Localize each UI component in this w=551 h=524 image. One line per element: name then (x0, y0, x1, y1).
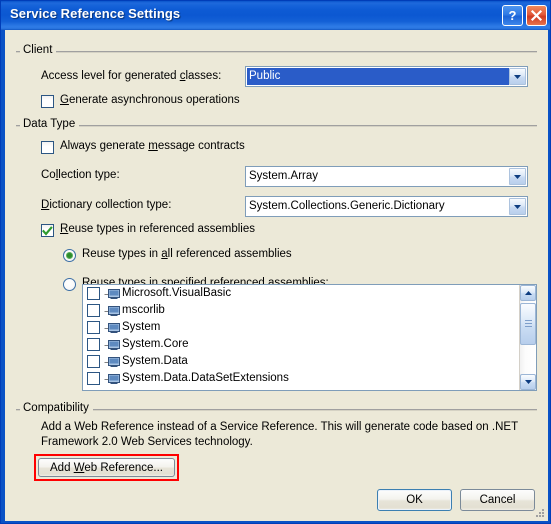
add-web-reference-label-accel: W (73, 462, 85, 474)
list-item[interactable]: System.Core (83, 336, 536, 353)
checkbox-box[interactable] (41, 95, 54, 108)
chevron-down-icon[interactable] (509, 68, 526, 85)
collection-type-value: System.Array (249, 170, 319, 182)
assembly-checkbox[interactable] (87, 287, 100, 300)
scrollbar-grip-icon (525, 320, 532, 327)
add-web-reference-label-pre: Add (50, 462, 74, 474)
radio-button-unselected[interactable] (63, 278, 76, 291)
chevron-down-icon[interactable] (509, 198, 526, 215)
access-level-value: Public (247, 68, 509, 85)
assembly-icon (104, 305, 121, 317)
collection-type-combobox[interactable]: System.Array (245, 166, 528, 187)
chevron-down-icon[interactable] (509, 168, 526, 185)
assembly-label: System.Data.DataSetExtensions (122, 372, 289, 384)
close-button[interactable] (526, 5, 547, 26)
dictionary-type-value: System.Collections.Generic.Dictionary (249, 200, 445, 212)
assembly-checkbox[interactable] (87, 372, 100, 385)
assembly-list-items: Microsoft.VisualBasic mscorlib System Syste… (83, 285, 536, 387)
collection-type-label-post: lection type: (58, 169, 120, 181)
list-item[interactable]: System.Data.DataSetExtensions (83, 370, 536, 387)
radio-reuse-all-label-post: ll referenced assemblies (167, 248, 292, 260)
assembly-icon (104, 288, 121, 300)
ok-button-label: OK (406, 494, 423, 506)
dictionary-type-combobox[interactable]: System.Collections.Generic.Dictionary (245, 196, 528, 217)
add-web-reference-label: Add Web Reference... (39, 459, 174, 478)
dictionary-type-label: Dictionary collection type: (41, 199, 171, 211)
group-compatibility-divider (16, 409, 537, 411)
close-x-icon (530, 9, 543, 22)
group-data-type-divider (16, 125, 537, 127)
checkbox-box[interactable] (41, 141, 54, 154)
list-item[interactable]: System (83, 319, 536, 336)
dialog-body: Client Access level for generated classe… (5, 30, 548, 521)
list-item[interactable]: System.Data (83, 353, 536, 370)
message-contracts-label: Always generate message contracts (60, 140, 245, 152)
add-web-reference-label-post: eb Reference... (84, 462, 163, 474)
radio-reuse-all-label: Reuse types in all referenced assemblies (82, 248, 292, 260)
question-mark-icon: ? (509, 8, 517, 23)
window-title: Service Reference Settings (10, 6, 181, 21)
assembly-icon (104, 339, 121, 351)
listbox-vertical-scrollbar[interactable] (519, 285, 536, 390)
assembly-icon (104, 356, 121, 368)
collection-type-label-pre: Co (41, 169, 56, 181)
access-level-combobox[interactable]: Public (245, 66, 528, 87)
reuse-types-label: Reuse types in referenced assemblies (60, 223, 255, 235)
assembly-label: System.Data (122, 355, 188, 367)
assembly-checkbox[interactable] (87, 355, 100, 368)
assembly-icon (104, 373, 121, 385)
checkbox-box-checked[interactable] (41, 224, 54, 237)
generate-async-label: Generate asynchronous operations (60, 94, 240, 106)
assembly-checkbox[interactable] (87, 304, 100, 317)
reuse-types-label-post: euse types in referenced assemblies (68, 223, 255, 235)
group-client-divider (16, 51, 537, 53)
list-item[interactable]: Microsoft.VisualBasic (83, 285, 536, 302)
add-web-reference-button[interactable]: Add Web Reference... (38, 458, 175, 477)
assembly-checkbox[interactable] (87, 338, 100, 351)
radio-button-selected[interactable] (63, 249, 76, 262)
group-data-type-title: Data Type (20, 118, 80, 130)
assembly-label: System.Core (122, 338, 189, 350)
scroll-down-icon[interactable] (520, 374, 536, 390)
assembly-checkbox[interactable] (87, 321, 100, 334)
group-client-title: Client (20, 44, 57, 56)
help-button[interactable]: ? (502, 5, 523, 26)
svg-text:?: ? (509, 8, 517, 23)
access-level-label-post: lasses: (185, 70, 222, 82)
list-item[interactable]: mscorlib (83, 302, 536, 319)
generate-async-label-accel: G (60, 94, 69, 106)
compatibility-description-line2: Framework 2.0 Web Services technology. (41, 436, 253, 448)
assembly-icon (104, 322, 121, 334)
radio-reuse-all-label-pre: Reuse types in (82, 248, 162, 260)
access-level-label-pre: Access level for generated (41, 70, 180, 82)
collection-type-label: Collection type: (41, 169, 120, 181)
scroll-up-icon[interactable] (520, 285, 536, 301)
compatibility-description: Add a Web Reference instead of a Service… (41, 420, 521, 450)
scrollbar-thumb[interactable] (520, 303, 536, 345)
group-compatibility-title: Compatibility (20, 402, 93, 414)
cancel-button-label: Cancel (479, 494, 516, 506)
resize-grip-icon[interactable] (534, 507, 546, 519)
generate-async-label-post: enerate asynchronous operations (68, 94, 240, 106)
title-bar[interactable]: Service Reference Settings ? (1, 1, 550, 30)
checkmark-icon (42, 226, 53, 236)
assembly-label: Microsoft.VisualBasic (122, 287, 232, 299)
compatibility-description-line1: Add a Web Reference instead of a Service… (41, 421, 519, 433)
radio-dot (67, 253, 72, 258)
access-level-label: Access level for generated classes: (41, 70, 221, 82)
message-contracts-label-post: essage contracts (157, 140, 245, 152)
service-reference-settings-dialog: Service Reference Settings ? Client Acce… (0, 0, 551, 524)
message-contracts-label-accel: m (148, 140, 158, 152)
assembly-label: mscorlib (122, 304, 165, 316)
assembly-listbox[interactable]: Microsoft.VisualBasic mscorlib System Syste… (82, 284, 537, 391)
ok-button[interactable]: OK (377, 489, 452, 511)
message-contracts-label-pre: Always generate (60, 140, 149, 152)
dictionary-type-label-post: ictionary collection type: (49, 199, 172, 211)
cancel-button[interactable]: Cancel (460, 489, 535, 511)
assembly-label: System (122, 321, 161, 333)
